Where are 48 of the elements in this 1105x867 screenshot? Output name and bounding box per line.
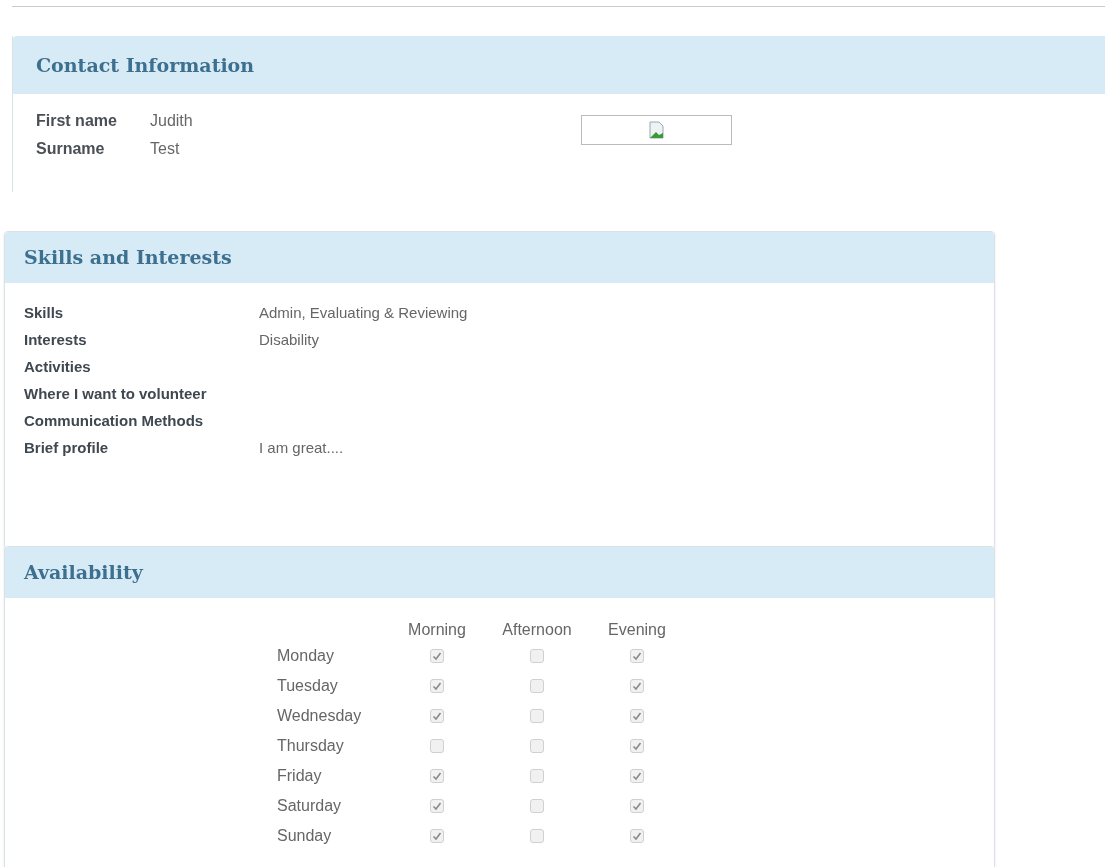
field-label: Brief profile (24, 439, 110, 457)
checkbox[interactable] (630, 829, 644, 843)
day-label: Wednesday (277, 706, 363, 726)
day-label: Saturday (277, 796, 343, 816)
day-label: Tuesday (277, 676, 339, 696)
field-value: Disability (259, 331, 319, 349)
checkbox[interactable] (630, 679, 644, 693)
field-value: I am great.... (259, 439, 344, 457)
day-label: Sunday (277, 826, 333, 846)
broken-image-icon (581, 115, 732, 145)
column-header: Evening (607, 620, 667, 640)
checkbox[interactable] (530, 829, 544, 843)
checkbox[interactable] (630, 739, 644, 753)
checkbox[interactable] (530, 649, 544, 663)
field-label: Interests (24, 331, 88, 349)
field-label: Communication Methods (24, 412, 205, 430)
checkbox[interactable] (430, 709, 444, 723)
column-header: Morning (407, 620, 467, 640)
checkbox[interactable] (530, 739, 544, 753)
day-label: Friday (277, 766, 323, 786)
field-label: Skills (24, 304, 65, 322)
panel-title: Skills and Interests (24, 245, 232, 271)
field-label: Where I want to volunteer (24, 385, 208, 403)
column-header: Afternoon (501, 620, 573, 640)
panel-title: Availability (24, 560, 143, 586)
panel-title: Contact Information (36, 52, 255, 78)
field-label: Surname (36, 140, 106, 158)
field-label: Activities (24, 358, 92, 376)
checkbox[interactable] (430, 829, 444, 843)
field-label: First name (36, 112, 118, 130)
checkbox[interactable] (430, 739, 444, 753)
checkbox[interactable] (530, 709, 544, 723)
checkbox[interactable] (530, 769, 544, 783)
checkbox[interactable] (530, 679, 544, 693)
checkbox[interactable] (630, 709, 644, 723)
day-label: Thursday (277, 736, 345, 756)
checkbox[interactable] (430, 649, 444, 663)
checkbox[interactable] (430, 799, 444, 813)
checkbox[interactable] (430, 679, 444, 693)
checkbox[interactable] (630, 769, 644, 783)
field-value: Admin, Evaluating & Reviewing (259, 304, 468, 322)
checkbox[interactable] (630, 799, 644, 813)
day-label: Monday (277, 646, 335, 666)
checkbox[interactable] (630, 649, 644, 663)
field-value: Judith (150, 112, 193, 130)
checkbox[interactable] (530, 799, 544, 813)
field-value: Test (150, 140, 180, 158)
checkbox[interactable] (430, 769, 444, 783)
